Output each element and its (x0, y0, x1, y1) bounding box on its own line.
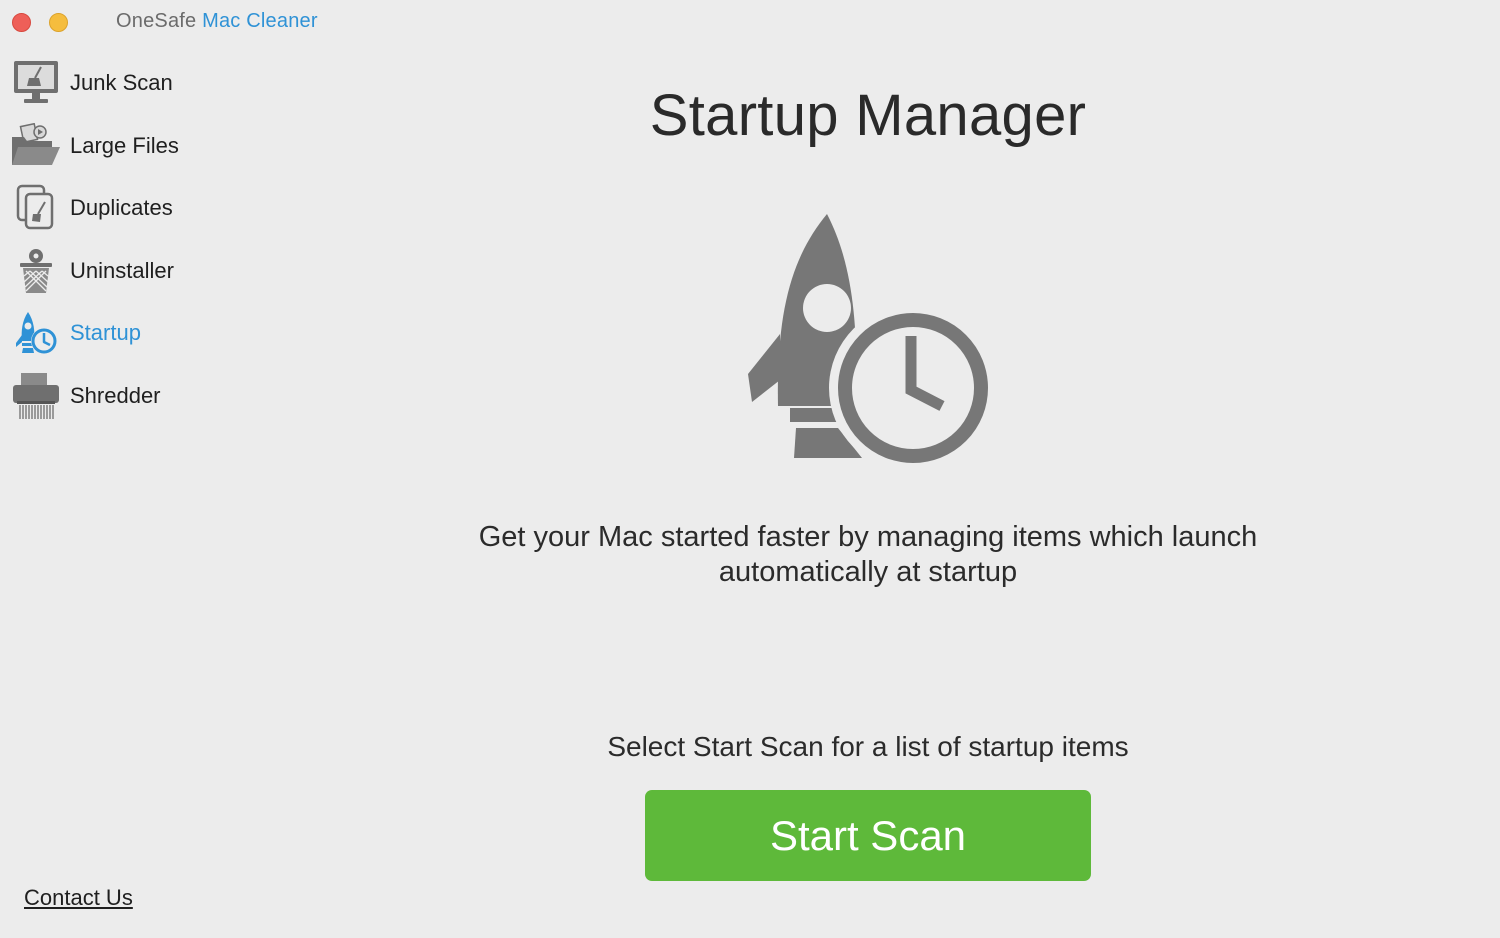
sidebar: Junk Scan Large Files Duplicates Uninsta… (0, 0, 276, 938)
main-panel: Startup Manager Get your Mac started fas… (276, 0, 1500, 938)
monitor-broom-icon (10, 57, 62, 109)
sidebar-item-uninstaller[interactable]: Uninstaller (0, 240, 276, 303)
open-folder-icon (10, 120, 62, 172)
description-text: Get your Mac started faster by managing … (478, 521, 1258, 588)
app-window: Junk Scan Large Files Duplicates Uninsta… (0, 0, 1500, 938)
sidebar-item-label: Junk Scan (70, 70, 173, 96)
duplicate-documents-icon (10, 182, 62, 234)
contact-us-link[interactable]: Contact Us (24, 885, 133, 911)
rocket-clock-icon (10, 307, 62, 359)
window-controls (12, 13, 68, 32)
sidebar-nav: Junk Scan Large Files Duplicates Uninsta… (0, 52, 276, 427)
sidebar-item-label: Uninstaller (70, 257, 174, 283)
scan-hint-text: Select Start Scan for a list of startup … (607, 731, 1129, 762)
app-title-prefix: OneSafe (116, 10, 197, 32)
sidebar-item-junk-scan[interactable]: Junk Scan (0, 52, 276, 115)
sidebar-item-startup[interactable]: Startup (0, 302, 276, 365)
sidebar-item-label: Large Files (70, 132, 179, 158)
close-window-button[interactable] (12, 13, 31, 32)
sidebar-item-shredder[interactable]: Shredder (0, 365, 276, 428)
sidebar-item-label: Shredder (70, 382, 161, 408)
sidebar-item-duplicates[interactable]: Duplicates (0, 177, 276, 240)
start-scan-button[interactable]: Start Scan (645, 790, 1091, 881)
minimize-window-button[interactable] (49, 13, 68, 32)
shredder-icon (10, 370, 62, 422)
rocket-clock-icon (746, 210, 997, 472)
sidebar-item-label: Startup (70, 320, 141, 346)
trash-bin-icon (10, 245, 62, 297)
page-title: Startup Manager (649, 83, 1087, 148)
sidebar-item-label: Duplicates (70, 195, 173, 221)
sidebar-item-large-files[interactable]: Large Files (0, 115, 276, 178)
